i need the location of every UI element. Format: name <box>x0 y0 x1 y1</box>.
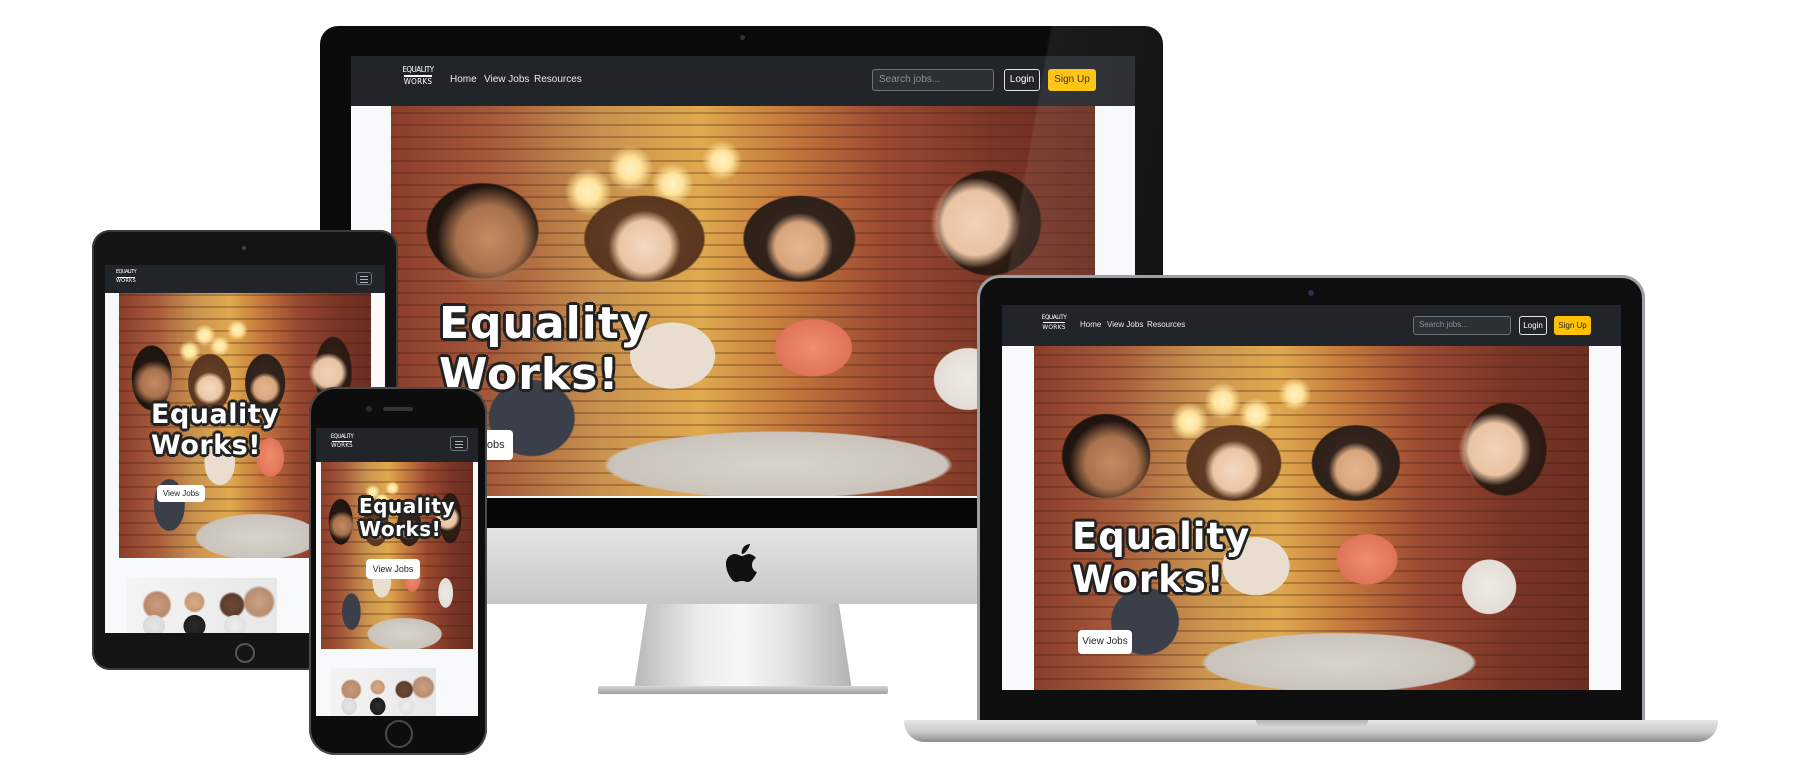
nav-link-view-jobs[interactable]: View Jobs <box>484 74 529 85</box>
apple-logo-icon <box>726 544 757 582</box>
nav-link-resources[interactable]: Resources <box>534 74 582 85</box>
iphone-speaker <box>383 407 413 411</box>
hero-banner: Equality Works! View Jobs <box>321 462 473 649</box>
login-button[interactable]: Login <box>1519 316 1547 335</box>
hero-banner: Equality Works! View Jobs <box>1034 346 1589 690</box>
hero-title-line1: Equality <box>439 298 650 349</box>
iphone-screen: EQUALITY WORKS Equality Works! View Jobs <box>316 428 478 716</box>
nav-link-home[interactable]: Home <box>450 74 477 85</box>
hamburger-menu-icon[interactable] <box>356 272 372 285</box>
hero-photo <box>321 462 473 649</box>
view-jobs-button[interactable]: View Jobs <box>1078 630 1132 654</box>
ipad-home-button[interactable] <box>235 643 255 663</box>
imac-stand-foot <box>598 686 888 694</box>
imac-camera <box>740 35 745 40</box>
navbar: EQUALITY WORKS <box>105 265 385 293</box>
hero-title: Equality Works! <box>151 399 279 461</box>
hero-title: Equality Works! <box>439 298 650 400</box>
hero-title-line2: Works! <box>359 517 442 541</box>
logo[interactable]: EQUALITY WORKS <box>399 66 437 86</box>
nav-link-home[interactable]: Home <box>1080 320 1101 329</box>
view-jobs-button[interactable]: View Jobs <box>157 485 205 502</box>
hamburger-menu-icon[interactable] <box>450 436 468 451</box>
search-input[interactable]: Search jobs... <box>872 69 994 91</box>
logo-text-top: EQUALITY <box>115 269 137 275</box>
macbook-camera <box>1308 290 1314 296</box>
logo-text-bottom: WORKS <box>1042 322 1066 331</box>
iphone-camera <box>366 406 372 412</box>
hero-title-line2: Works! <box>1072 557 1225 601</box>
iphone-home-button[interactable] <box>385 720 413 748</box>
search-input[interactable]: Search jobs... <box>1413 316 1511 335</box>
team-photo <box>127 578 277 633</box>
navbar: EQUALITY WORKS <box>316 428 478 462</box>
logo-text-bottom: WORKS <box>115 277 137 284</box>
macbook-screen: EQUALITY WORKS Home View Jobs Resources … <box>1002 305 1621 690</box>
logo-text-bottom: WORKS <box>331 442 353 449</box>
nav-link-view-jobs[interactable]: View Jobs <box>1107 320 1143 329</box>
hero-title: Equality Works! <box>359 495 455 541</box>
nav-link-resources[interactable]: Resources <box>1147 320 1185 329</box>
hero-title-line1: Equality <box>151 399 280 430</box>
hero-title-line1: Equality <box>359 494 456 518</box>
logo-text-top: EQUALITY <box>330 433 354 440</box>
hero-title-line1: Equality <box>1072 515 1251 558</box>
signup-button[interactable]: Sign Up <box>1554 316 1591 335</box>
macbook-notch <box>1256 720 1368 728</box>
team-photo <box>330 668 436 716</box>
logo[interactable]: EQUALITY WORKS <box>113 269 139 284</box>
view-jobs-button[interactable]: View Jobs <box>366 559 420 579</box>
logo[interactable]: EQUALITY WORKS <box>327 434 357 449</box>
logo-text-top: EQUALITY <box>402 65 434 74</box>
hero-title: Equality Works! <box>1072 515 1251 601</box>
logo[interactable]: EQUALITY WORKS <box>1038 314 1070 330</box>
logo-text-top: EQUALITY <box>1041 313 1067 321</box>
imac-stand-neck <box>634 604 852 690</box>
hero-title-line2: Works! <box>151 430 262 462</box>
navbar: EQUALITY WORKS Home View Jobs Resources … <box>1002 305 1621 346</box>
logo-text-bottom: WORKS <box>403 77 433 86</box>
ipad-camera <box>242 246 246 250</box>
